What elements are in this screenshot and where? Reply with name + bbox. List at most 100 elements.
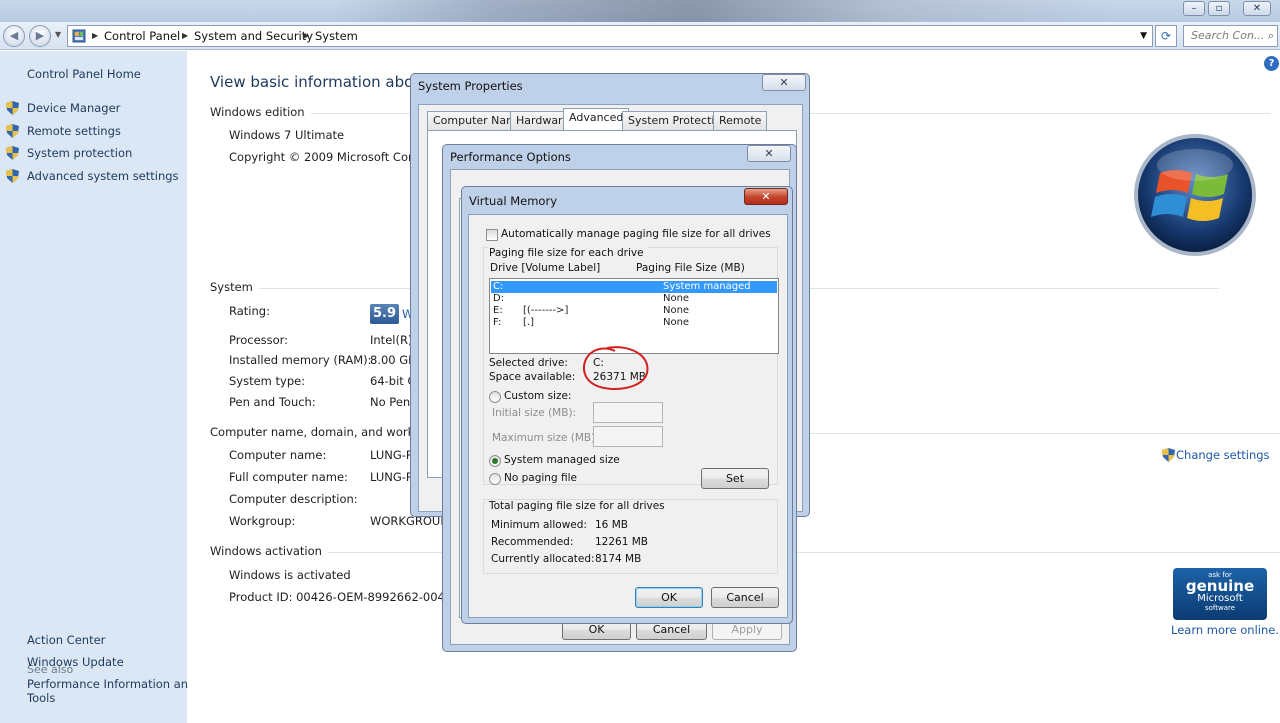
maximize-icon[interactable]: ▫ [1208, 1, 1230, 16]
recommended-value: 12261 MB [595, 536, 649, 548]
minimum-allowed-label: Minimum allowed: [491, 519, 587, 531]
performance-rating-badge[interactable]: 5.9 [370, 304, 399, 324]
custom-size-label: Custom size: [504, 390, 572, 402]
forward-arrow-icon[interactable]: ▶ [29, 25, 51, 47]
initial-size-input[interactable] [593, 402, 663, 423]
system-type-label: System type: [229, 374, 306, 388]
uac-shield-icon [6, 169, 19, 183]
uac-shield-icon [6, 124, 19, 138]
installed-memory-label: Installed memory (RAM): [229, 353, 372, 367]
pen-touch-value: No Pen [370, 395, 411, 409]
list-item[interactable]: E: [(------->] None [491, 305, 777, 317]
system-heading: System [210, 280, 1217, 294]
uac-shield-icon [6, 146, 19, 160]
window-title-bar: – ▫ ✕ [0, 0, 1280, 22]
currently-allocated-label: Currently allocated: [491, 553, 595, 565]
performance-information-link[interactable]: Performance Information and [27, 677, 195, 691]
set-button[interactable]: Set [701, 468, 769, 489]
title-bar-background [330, 0, 1130, 22]
genuine-badge-line2: genuine [1185, 577, 1255, 595]
red-annotation-circle [583, 346, 649, 390]
genuine-microsoft-badge[interactable]: ask for genuine Microsoft software [1173, 568, 1267, 620]
processor-label: Processor: [229, 333, 289, 347]
control-panel-icon [72, 29, 86, 43]
address-dropdown-icon[interactable]: ▼ [1140, 26, 1147, 46]
system-managed-radio[interactable] [489, 455, 501, 467]
selected-drive-label: Selected drive: [489, 357, 568, 369]
search-placeholder: Search Con... [1191, 29, 1265, 42]
drive-letter: E: [493, 305, 503, 316]
remote-settings-link[interactable]: Remote settings [27, 124, 121, 138]
computer-name-heading: Computer name, domain, and workgrou [210, 425, 1280, 439]
ok-button[interactable]: OK [635, 587, 703, 608]
product-id: Product ID: 00426-OEM-8992662-00497 [229, 590, 460, 604]
system-managed-label: System managed size [504, 454, 620, 466]
recommended-label: Recommended: [491, 536, 574, 548]
action-center-link[interactable]: Action Center [27, 633, 105, 647]
recent-pages-chevron-icon[interactable]: ▼ [55, 30, 61, 39]
list-item[interactable]: F: [.] None [491, 317, 777, 329]
totals-group-label: Total paging file size for all drives [489, 500, 668, 512]
activation-status: Windows is activated [229, 568, 351, 582]
close-icon[interactable]: ✕ [1243, 1, 1271, 16]
control-panel-home-link[interactable]: Control Panel Home [27, 67, 141, 81]
search-input[interactable]: Search Con... ⌕ [1183, 25, 1278, 47]
close-icon[interactable]: ✕ [762, 74, 806, 91]
refresh-icon[interactable]: ⟳ [1155, 25, 1177, 47]
custom-size-radio[interactable] [489, 391, 501, 403]
auto-manage-checkbox[interactable] [486, 229, 498, 241]
uac-shield-icon [6, 101, 19, 115]
windows-edition-heading: Windows edition [210, 105, 1267, 119]
minimum-allowed-value: 16 MB [595, 519, 628, 531]
advanced-system-settings-link[interactable]: Advanced system settings [27, 169, 179, 183]
drive-paging-size: System managed [663, 281, 751, 292]
back-arrow-icon[interactable]: ◀ [3, 25, 25, 47]
drive-volume-label: [(------->] [523, 305, 569, 316]
list-item[interactable]: D: None [491, 293, 777, 305]
virtual-memory-dialog: Virtual Memory ✕ Automatically manage pa… [461, 186, 793, 624]
pen-touch-label: Pen and Touch: [229, 395, 316, 409]
drive-column-header: Drive [Volume Label] [490, 262, 601, 274]
performance-information-link-line2[interactable]: Tools [27, 691, 55, 705]
breadcrumb-control-panel[interactable]: Control Panel [104, 26, 180, 46]
dialog-title: System Properties [418, 79, 523, 93]
computer-description-label: Computer description: [229, 492, 358, 506]
full-computer-name-label: Full computer name: [229, 470, 348, 484]
computer-name-value: LUNG-P [370, 448, 413, 462]
minimize-icon[interactable]: – [1183, 1, 1205, 16]
windows-update-link[interactable]: Windows Update [27, 655, 124, 669]
drive-letter: D: [493, 293, 505, 304]
dialog-title: Virtual Memory [469, 194, 558, 208]
learn-more-link[interactable]: Learn more online... [1171, 623, 1280, 637]
drive-letter: F: [493, 317, 502, 328]
close-icon[interactable]: ✕ [747, 145, 791, 162]
drive-paging-size: None [663, 305, 690, 316]
genuine-badge-line4: software [1204, 604, 1236, 612]
close-icon[interactable]: ✕ [744, 188, 788, 205]
windows-edition-value: Windows 7 Ultimate [229, 128, 345, 142]
drive-list[interactable]: C: System managed D: None E: [(------->]… [489, 278, 779, 354]
change-settings-link[interactable]: Change settings [1176, 448, 1270, 462]
maximum-size-input[interactable] [593, 426, 663, 447]
system-protection-link[interactable]: System protection [27, 146, 132, 160]
help-icon[interactable]: ? [1264, 56, 1279, 71]
tab-advanced[interactable]: Advanced [563, 108, 630, 130]
tab-remote[interactable]: Remote [713, 111, 768, 130]
list-item[interactable]: C: System managed [491, 281, 777, 293]
device-manager-link[interactable]: Device Manager [27, 101, 120, 115]
initial-size-label: Initial size (MB): [492, 407, 577, 419]
space-available-label: Space available: [489, 371, 576, 383]
search-icon[interactable]: ⌕ [1268, 26, 1274, 46]
breadcrumb-system-and-security[interactable]: System and Security [194, 26, 313, 46]
cancel-button[interactable]: Cancel [711, 587, 779, 608]
breadcrumb-system[interactable]: System [315, 26, 358, 46]
dialog-body: Automatically manage paging file size fo… [468, 214, 788, 618]
maximum-size-label: Maximum size (MB): [492, 432, 599, 444]
address-field[interactable]: ▶ Control Panel ▶ System and Security ▶ … [67, 25, 1153, 47]
breadcrumb-separator-icon: ▶ [182, 31, 189, 40]
page-title: View basic information about y [210, 73, 443, 91]
auto-manage-label: Automatically manage paging file size fo… [501, 228, 771, 240]
windows-activation-heading: Windows activation [210, 544, 1280, 558]
no-paging-file-radio[interactable] [489, 473, 501, 485]
drive-paging-size: None [663, 317, 690, 328]
